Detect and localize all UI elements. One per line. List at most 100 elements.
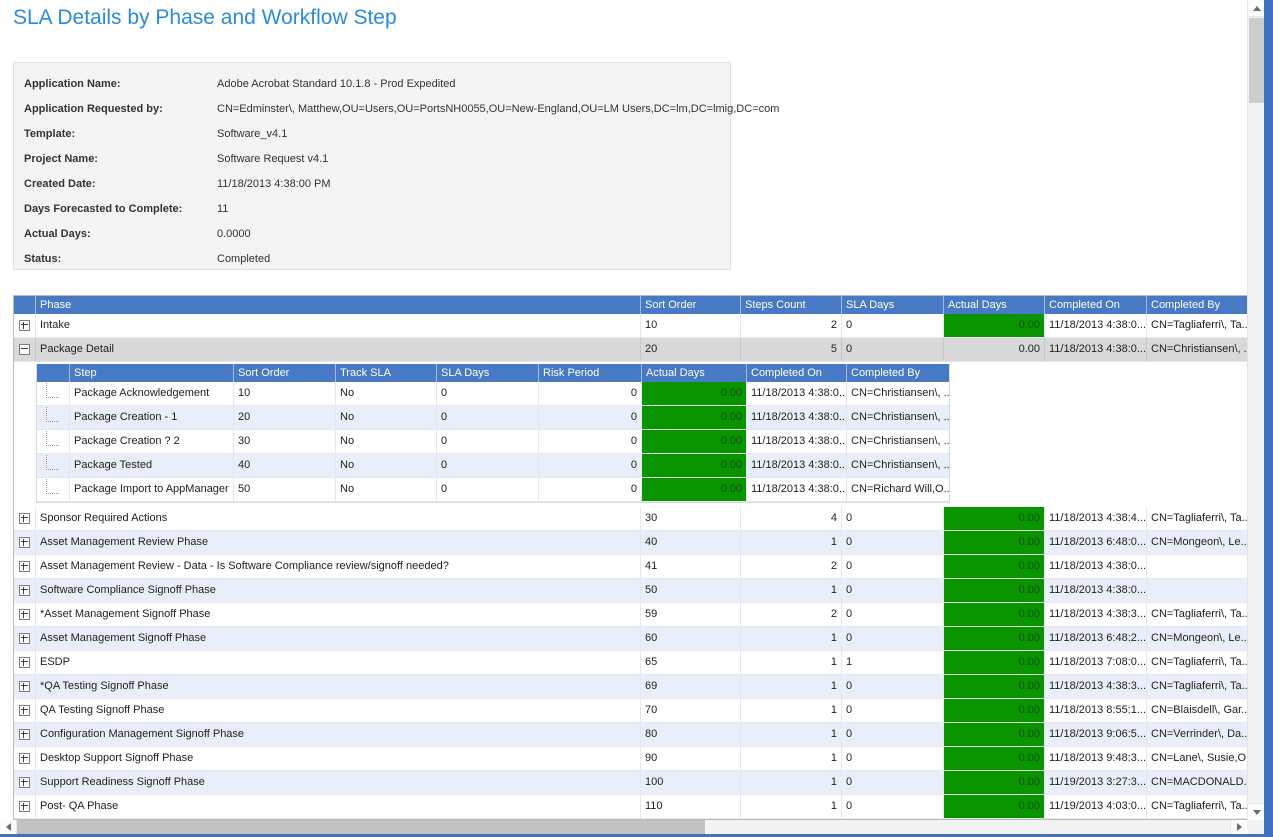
track-sla: No bbox=[336, 478, 437, 501]
phase-name: Support Readiness Signoff Phase bbox=[36, 771, 641, 794]
expand-icon[interactable] bbox=[19, 801, 30, 812]
vertical-scrollbar[interactable] bbox=[1247, 0, 1264, 820]
tree-indent bbox=[37, 430, 70, 453]
expand-cell[interactable] bbox=[14, 579, 36, 602]
info-row: Application Name:Adobe Acrobat Standard … bbox=[14, 72, 730, 97]
expand-icon[interactable] bbox=[19, 585, 30, 596]
expand-cell[interactable] bbox=[14, 651, 36, 674]
collapse-icon[interactable] bbox=[19, 344, 30, 355]
info-row: Actual Days:0.0000 bbox=[14, 222, 730, 247]
tree-connector-icon bbox=[46, 479, 59, 494]
expand-cell[interactable] bbox=[14, 675, 36, 698]
sla-days: 0 bbox=[842, 507, 944, 530]
info-label: Application Requested by: bbox=[24, 97, 217, 122]
info-label: Actual Days: bbox=[24, 222, 217, 247]
expand-cell[interactable] bbox=[14, 795, 36, 818]
horizontal-scroll-thumb[interactable] bbox=[17, 820, 705, 834]
actual-days: 0.00 bbox=[944, 627, 1045, 650]
phase-row: Asset Management Review Phase40100.0011/… bbox=[14, 531, 1247, 555]
actual-days: 0.00 bbox=[642, 430, 747, 453]
info-row: Template:Software_v4.1 bbox=[14, 122, 730, 147]
expand-icon[interactable] bbox=[19, 729, 30, 740]
completed-on: 11/18/2013 4:38:0... bbox=[747, 454, 847, 477]
expand-cell[interactable] bbox=[14, 771, 36, 794]
phase-table-header: PhaseSort OrderSteps CountSLA DaysActual… bbox=[14, 296, 1247, 314]
column-header: Completed By bbox=[847, 364, 949, 382]
expand-cell[interactable] bbox=[14, 555, 36, 578]
sla-days: 0 bbox=[842, 699, 944, 722]
completed-on: 11/18/2013 6:48:2... bbox=[1045, 627, 1147, 650]
scroll-down-button[interactable] bbox=[1248, 803, 1265, 820]
expand-cell[interactable] bbox=[14, 338, 36, 361]
tree-indent bbox=[37, 454, 70, 477]
phase-name: Package Detail bbox=[36, 338, 641, 361]
actual-days: 0.00 bbox=[642, 382, 747, 405]
column-header: Sort Order bbox=[641, 296, 741, 314]
scroll-right-icon bbox=[1237, 823, 1242, 831]
expand-icon[interactable] bbox=[19, 777, 30, 788]
steps-count: 1 bbox=[741, 699, 842, 722]
completed-by: CN=Christiansen\, ... bbox=[847, 382, 949, 405]
completed-by: CN=Tagliaferri\, Ta... bbox=[1147, 651, 1247, 674]
sort-order: 80 bbox=[641, 723, 741, 746]
actual-days: 0.00 bbox=[944, 314, 1045, 337]
column-header: Completed On bbox=[747, 364, 847, 382]
phase-row: Software Compliance Signoff Phase50100.0… bbox=[14, 579, 1247, 603]
info-panel: Application Name:Adobe Acrobat Standard … bbox=[13, 62, 731, 270]
expand-icon[interactable] bbox=[19, 513, 30, 524]
sla-days: 0 bbox=[437, 454, 539, 477]
expand-cell[interactable] bbox=[14, 723, 36, 746]
sort-order: 20 bbox=[641, 338, 741, 361]
completed-by: CN=Tagliaferri\, Ta... bbox=[1147, 314, 1247, 337]
completed-by: CN=Blaisdell\, Gar... bbox=[1147, 699, 1247, 722]
phase-row: Intake10200.0011/18/2013 4:38:0...CN=Tag… bbox=[14, 314, 1247, 338]
expand-icon[interactable] bbox=[19, 705, 30, 716]
info-label: Days Forecasted to Complete: bbox=[24, 197, 217, 222]
steps-count: 1 bbox=[741, 651, 842, 674]
vertical-scroll-thumb[interactable] bbox=[1249, 18, 1264, 103]
expand-icon[interactable] bbox=[19, 320, 30, 331]
header-spacer bbox=[37, 364, 70, 382]
actual-days: 0.00 bbox=[642, 406, 747, 429]
expand-cell[interactable] bbox=[14, 699, 36, 722]
sla-days: 0 bbox=[842, 603, 944, 626]
scroll-up-icon bbox=[1253, 6, 1261, 11]
horizontal-scrollbar[interactable] bbox=[0, 820, 1247, 834]
expand-cell[interactable] bbox=[14, 627, 36, 650]
phase-row: Asset Management Review - Data - Is Soft… bbox=[14, 555, 1247, 579]
sla-days: 0 bbox=[842, 579, 944, 602]
scroll-left-button[interactable] bbox=[0, 820, 17, 834]
info-value: 0.0000 bbox=[217, 222, 251, 247]
steps-count: 1 bbox=[741, 723, 842, 746]
expand-icon[interactable] bbox=[19, 633, 30, 644]
expand-cell[interactable] bbox=[14, 603, 36, 626]
column-header: Completed On bbox=[1045, 296, 1147, 314]
scroll-right-button[interactable] bbox=[1230, 820, 1247, 834]
expand-cell[interactable] bbox=[14, 747, 36, 770]
expand-icon[interactable] bbox=[19, 753, 30, 764]
completed-on: 11/18/2013 4:38:4... bbox=[1045, 507, 1147, 530]
column-header: Sort Order bbox=[234, 364, 336, 382]
expand-cell[interactable] bbox=[14, 531, 36, 554]
expand-icon[interactable] bbox=[19, 609, 30, 620]
steps-count: 1 bbox=[741, 747, 842, 770]
step-name: Package Creation ? 2 bbox=[70, 430, 234, 453]
phase-name: Desktop Support Signoff Phase bbox=[36, 747, 641, 770]
expand-icon[interactable] bbox=[19, 657, 30, 668]
expand-icon[interactable] bbox=[19, 681, 30, 692]
expand-cell[interactable] bbox=[14, 507, 36, 530]
tree-indent bbox=[37, 478, 70, 501]
scroll-up-button[interactable] bbox=[1248, 0, 1265, 17]
phase-name: Asset Management Review Phase bbox=[36, 531, 641, 554]
info-label: Project Name: bbox=[24, 147, 217, 172]
actual-days: 0.00 bbox=[642, 478, 747, 501]
expand-cell[interactable] bbox=[14, 314, 36, 337]
step-table: StepSort OrderTrack SLASLA DaysRisk Peri… bbox=[36, 364, 950, 503]
expand-icon[interactable] bbox=[19, 561, 30, 572]
step-table-header: StepSort OrderTrack SLASLA DaysRisk Peri… bbox=[37, 364, 949, 382]
sla-days: 0 bbox=[437, 406, 539, 429]
completed-on: 11/18/2013 4:38:0... bbox=[1045, 314, 1147, 337]
expand-icon[interactable] bbox=[19, 537, 30, 548]
phase-name: ESDP bbox=[36, 651, 641, 674]
sort-order: 50 bbox=[234, 478, 336, 501]
